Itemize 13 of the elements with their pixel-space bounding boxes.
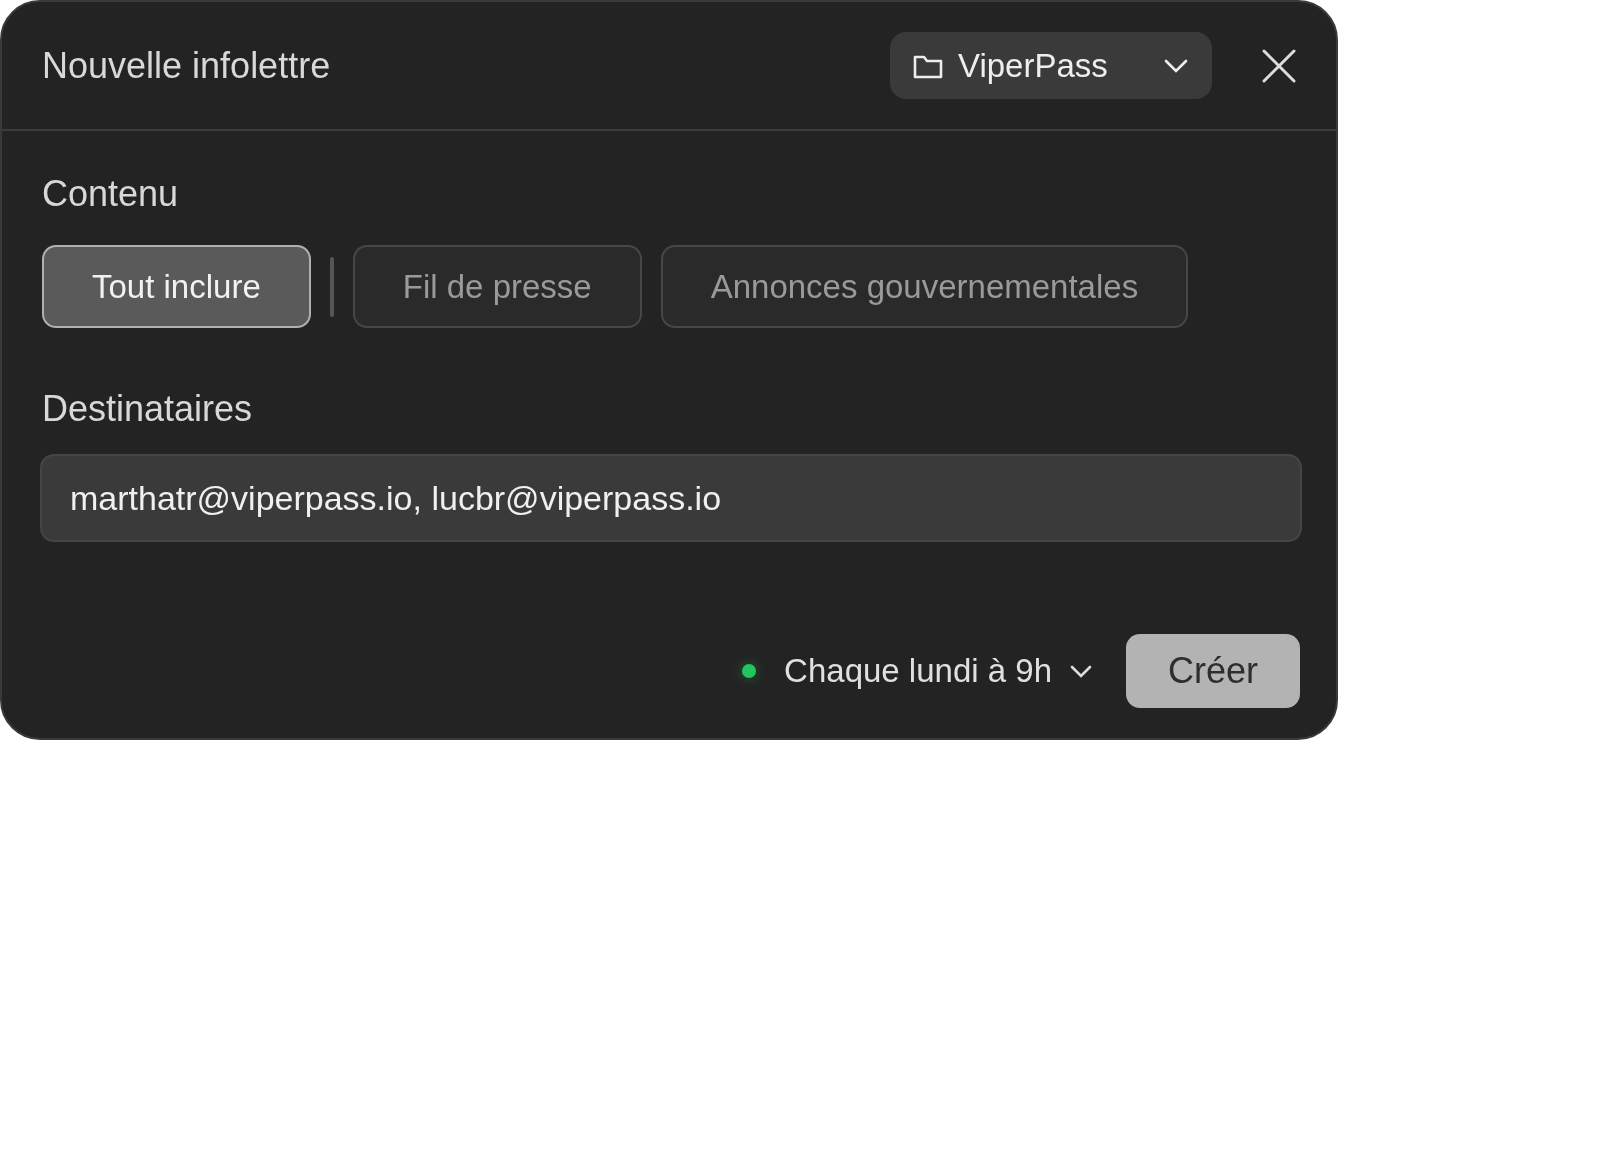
folder-dropdown[interactable]: ViperPass [890, 32, 1212, 99]
section-label: Contenu [42, 173, 180, 215]
section-label: Destinataires [42, 388, 254, 430]
dialog-title: Nouvelle infolettre [42, 44, 332, 87]
filter-tab[interactable]: Fil de presse [352, 245, 642, 328]
filter-tab[interactable]: Annonces gouvernementales [660, 245, 1189, 328]
create-button[interactable]: Créer [1126, 634, 1300, 708]
filter-tab[interactable]: Tout inclure [42, 245, 311, 328]
chevron-down-icon [1164, 58, 1188, 73]
close-icon[interactable] [1262, 48, 1296, 83]
schedule-dropdown[interactable]: Chaque lundi à 9h [742, 652, 1092, 690]
recipients-field[interactable]: marthatr@viperpass.io, lucbr@viperpass.io [40, 454, 1302, 542]
chevron-down-icon [1070, 664, 1092, 678]
